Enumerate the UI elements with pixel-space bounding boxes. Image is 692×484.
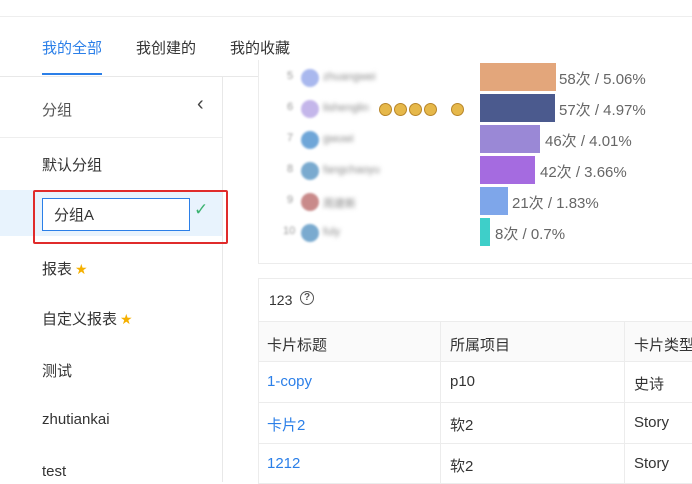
bar xyxy=(480,63,556,91)
bar-label: 42次 / 3.66% xyxy=(540,164,627,181)
avatar xyxy=(301,131,319,149)
column-header[interactable]: 所属项目 xyxy=(450,334,510,355)
rank-number: 8 xyxy=(287,163,294,175)
avatar xyxy=(301,100,319,118)
sidebar-item-label: 测试 xyxy=(42,363,73,380)
bar-label: 8次 / 0.7% xyxy=(495,226,566,243)
bar-label: 57次 / 4.97% xyxy=(559,102,646,119)
column-divider xyxy=(624,321,625,483)
emoji-icon xyxy=(394,103,407,116)
bar-label: 46次 / 4.01% xyxy=(545,133,632,150)
column-header[interactable]: 卡片类型 xyxy=(634,334,692,355)
project-cell: p10 xyxy=(450,373,476,390)
card-title-link[interactable]: 卡片2 xyxy=(267,414,305,435)
user-name: 周建新 xyxy=(323,198,356,210)
question-circle-icon[interactable]: ? xyxy=(300,291,314,305)
card-table: 123 ? 卡片标题 所属项目 卡片类型 1-copy p10 史诗 卡片2 软… xyxy=(258,278,692,484)
sidebar-item-test[interactable]: test xyxy=(42,463,66,480)
bar-label: 58次 / 5.06% xyxy=(559,71,646,88)
rank-number: 9 xyxy=(287,194,294,206)
card-type-cell: 史诗 xyxy=(634,376,665,393)
card-type-cell: Story xyxy=(634,455,670,472)
sidebar-item-label: 默认分组 xyxy=(42,157,103,174)
sidebar-header: 分组 ‹ xyxy=(0,77,222,138)
tab-all[interactable]: 我的全部 xyxy=(42,37,102,58)
user-name: fuly xyxy=(323,226,341,238)
rank-number: 5 xyxy=(287,70,294,82)
sidebar-item-zhutiankai[interactable]: zhutiankai xyxy=(42,411,110,428)
avatar xyxy=(301,69,319,87)
active-tab-indicator xyxy=(42,73,102,75)
column-header[interactable]: 卡片标题 xyxy=(267,334,327,355)
sidebar-item-label: 自定义报表 xyxy=(42,311,118,328)
sidebar-item-custom-report[interactable]: 自定义报表 ★ xyxy=(42,308,133,329)
sidebar-item-label: zhutiankai xyxy=(42,411,110,428)
bar xyxy=(480,125,540,153)
user-name: gwuwi xyxy=(323,133,354,145)
user-name: fangchaoyu xyxy=(323,164,380,176)
user-name: lishenglin xyxy=(323,102,369,114)
star-icon: ★ xyxy=(120,311,133,327)
bar xyxy=(480,156,535,184)
avatar xyxy=(301,162,319,180)
sidebar-item-report[interactable]: 报表 ★ xyxy=(42,258,88,279)
tab-created[interactable]: 我创建的 xyxy=(136,37,196,58)
bar xyxy=(480,187,508,215)
bar xyxy=(480,218,490,246)
avatar xyxy=(301,193,319,211)
bar xyxy=(480,94,555,122)
edit-highlight-box xyxy=(33,190,228,244)
table-row: 1-copy p10 史诗 xyxy=(259,362,692,403)
user-name: zhuangwei xyxy=(323,71,376,83)
project-cell: 软2 xyxy=(450,458,474,475)
card-title-link[interactable]: 1-copy xyxy=(267,373,312,390)
rank-number: 7 xyxy=(287,132,294,144)
sidebar-item-label: test xyxy=(42,463,67,480)
top-bar xyxy=(0,0,692,17)
card-type-cell: Story xyxy=(634,414,670,431)
sidebar-item-default[interactable]: 默认分组 xyxy=(42,154,102,175)
tab-favorites[interactable]: 我的收藏 xyxy=(230,37,290,58)
avatar xyxy=(301,224,319,242)
emoji-icon xyxy=(409,103,422,116)
table-header: 卡片标题 所属项目 卡片类型 xyxy=(259,321,692,362)
table-row: 1212 软2 Story xyxy=(259,444,692,483)
rank-number: 10 xyxy=(283,225,296,237)
emoji-icon xyxy=(379,103,392,116)
column-divider xyxy=(440,321,441,483)
card-title-link[interactable]: 1212 xyxy=(267,455,300,472)
group-sidebar: 分组 ‹ 默认分组 ✓ 报表★ 自定义报表★ 测试 zhutiankai tes… xyxy=(0,77,228,482)
project-cell: 软2 xyxy=(450,417,474,434)
table-title: 123 xyxy=(269,292,293,308)
ranking-chart-card: 5 zhuangwei 58次 / 5.06% 6 lishenglin 57次… xyxy=(258,60,692,264)
chevron-left-icon[interactable]: ‹ xyxy=(197,94,204,114)
sidebar-item-label: 报表 xyxy=(42,261,73,278)
sidebar-item-test-cn[interactable]: 测试 xyxy=(42,360,72,381)
emoji-icon xyxy=(424,103,437,116)
emoji-icon xyxy=(451,103,464,116)
rank-number: 6 xyxy=(287,101,294,113)
star-icon: ★ xyxy=(75,261,88,277)
sidebar-title: 分组 xyxy=(42,102,73,119)
bar-label: 21次 / 1.83% xyxy=(512,195,599,212)
table-row: 卡片2 软2 Story xyxy=(259,403,692,444)
